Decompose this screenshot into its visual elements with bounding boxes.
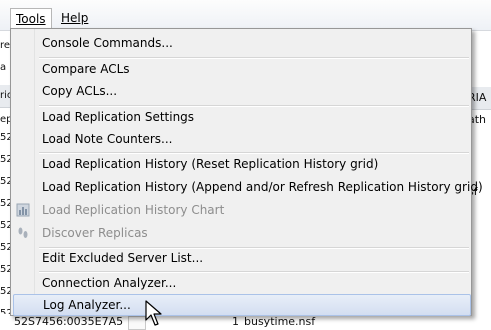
menu-item-copy-acls[interactable]: Copy ACLs... xyxy=(13,80,469,102)
menu-item-label: Load Replication History (Reset Replicat… xyxy=(42,157,379,171)
menu-item-load-note-counters[interactable]: Load Note Counters... xyxy=(13,128,469,150)
menu-item-connection-analyzer[interactable]: Connection Analyzer... xyxy=(13,272,469,294)
tools-menu: Console Commands... Compare ACLs Copy AC… xyxy=(10,28,483,316)
menu-item-edit-excluded-servers[interactable]: Edit Excluded Server List... xyxy=(13,247,469,269)
menu-item-label: Edit Excluded Server List... xyxy=(42,251,204,265)
menu-tools-label: Tools xyxy=(16,12,46,26)
menu-item-label: Load Note Counters... xyxy=(42,132,173,146)
menu-item-load-history-append[interactable]: Load Replication History (Append and/or … xyxy=(13,176,483,198)
background-bottom-row: 52S7456:0035E7A5 1 busytime.nsf xyxy=(0,314,491,330)
menu-item-label: Discover Replicas xyxy=(42,226,148,240)
menu-help-label: Help xyxy=(61,11,89,25)
mouse-pointer-icon xyxy=(145,300,162,326)
menu-item-load-history-reset[interactable]: Load Replication History (Reset Replicat… xyxy=(13,153,469,175)
bg-cell: 1 xyxy=(232,315,239,328)
menu-item-load-replication-settings[interactable]: Load Replication Settings xyxy=(13,106,469,128)
bg-cell: 52S7456:0035E7A5 xyxy=(14,315,124,328)
menu-tools[interactable]: Tools xyxy=(10,8,52,30)
menu-item-console-commands[interactable]: Console Commands... xyxy=(13,32,469,54)
bg-cell: busytime.nsf xyxy=(244,315,316,328)
menu-item-label: Load Replication History Chart xyxy=(42,203,225,217)
menu-item-label: Log Analyzer... xyxy=(43,298,131,312)
menu-item-load-history-chart[interactable]: Load Replication History Chart xyxy=(13,199,469,221)
menu-item-label: Copy ACLs... xyxy=(42,84,118,98)
footprints-icon xyxy=(18,227,28,238)
menu-item-discover-replicas[interactable]: Discover Replicas xyxy=(13,222,469,244)
menu-item-log-analyzer[interactable]: Log Analyzer... xyxy=(13,294,471,316)
menu-item-label: Load Replication Settings xyxy=(42,110,195,124)
menu-item-compare-acls[interactable]: Compare ACLs xyxy=(13,58,469,80)
menu-item-label: Connection Analyzer... xyxy=(42,276,177,290)
menu-item-label: Load Replication History (Append and/or … xyxy=(42,180,483,194)
menu-item-label: Compare ACLs xyxy=(42,62,130,76)
menu-item-label: Console Commands... xyxy=(42,36,173,50)
chart-icon xyxy=(16,203,30,217)
menu-bar: Tools Help xyxy=(0,0,491,31)
menu-help[interactable]: Help xyxy=(56,8,93,28)
